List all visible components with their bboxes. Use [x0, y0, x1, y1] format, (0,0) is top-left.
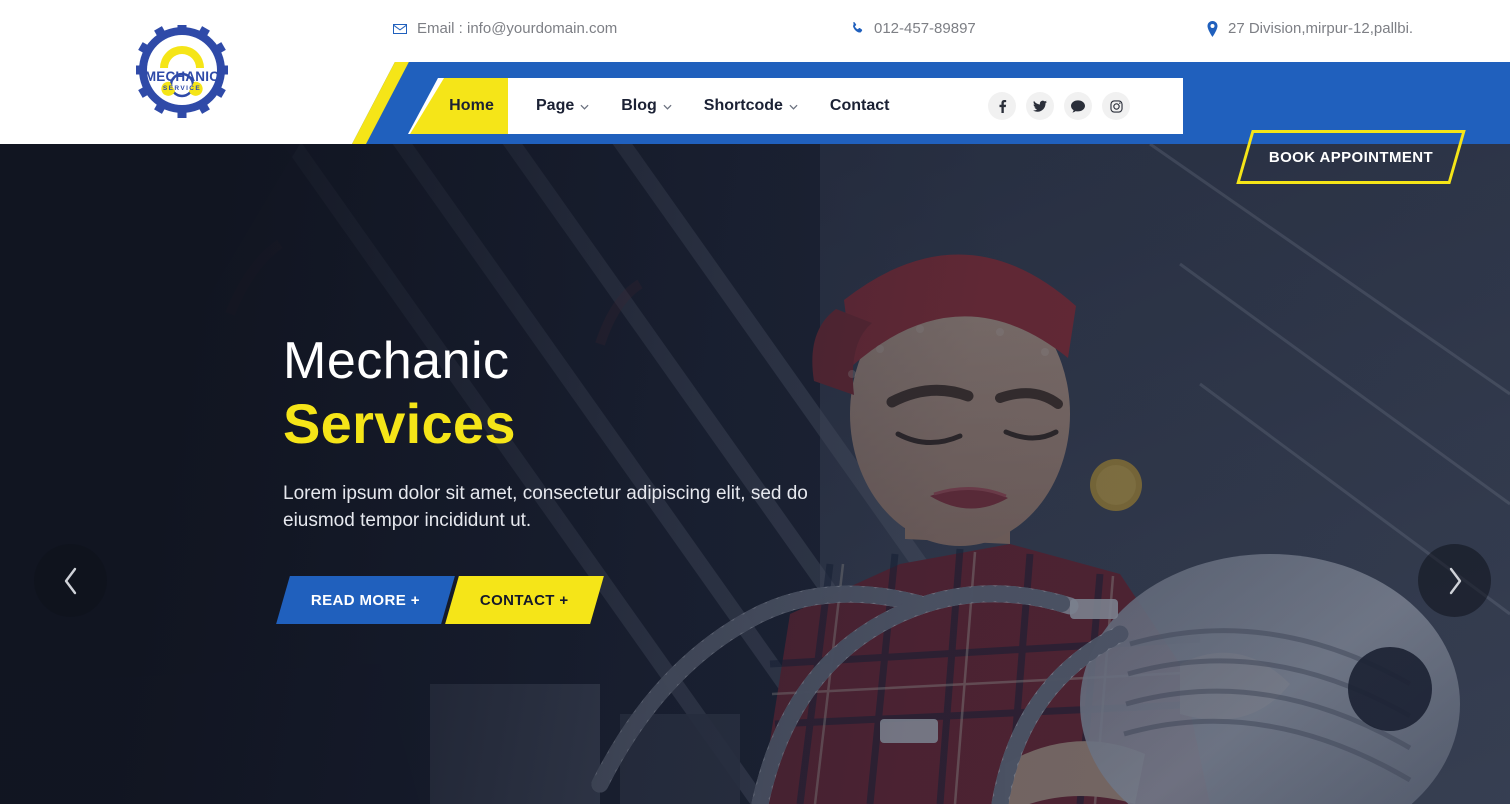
chevron-left-icon: [64, 567, 76, 594]
book-appointment-button[interactable]: BOOK APPOINTMENT: [1236, 130, 1466, 184]
logo-secondary-text: SERVICE: [162, 85, 202, 92]
read-more-label: READ MORE +: [311, 591, 420, 608]
hero-paragraph: Lorem ipsum dolor sit amet, consectetur …: [283, 483, 808, 531]
contact-button[interactable]: CONTACT +: [445, 575, 604, 624]
comment-icon[interactable]: [1064, 92, 1092, 120]
hero-content: Mechanic Services Lorem ipsum dolor sit …: [276, 332, 983, 624]
contact-label: CONTACT +: [480, 591, 569, 608]
topbar-address[interactable]: 27 Division,mirpur-12,pallbi.: [1206, 20, 1413, 37]
read-more-button[interactable]: READ MORE +: [276, 575, 455, 624]
social-links: [988, 92, 1130, 120]
nav-item-label-home: Home: [449, 97, 494, 114]
chevron-down-icon: [580, 97, 589, 115]
facebook-icon[interactable]: [988, 92, 1016, 120]
envelope-icon: [392, 21, 408, 37]
carousel-prev-button[interactable]: [34, 544, 107, 617]
topbar-email[interactable]: Email : info@yourdomain.com: [392, 20, 617, 37]
topbar-address-text: 27 Division,mirpur-12,pallbi.: [1228, 20, 1414, 37]
instagram-icon[interactable]: [1102, 92, 1130, 120]
nav-item-label-page: Page: [536, 97, 575, 114]
hero-buttons: READ MORE + CONTACT +: [276, 575, 983, 624]
logo-primary-text: MECHANIC: [144, 69, 220, 84]
map-marker-icon: [1206, 20, 1219, 37]
carousel-next-button[interactable]: [1418, 544, 1491, 617]
nav-item-label-shortcode: Shortcode: [703, 97, 783, 114]
hero-title-line2: Services: [283, 391, 516, 455]
topbar-email-text: Email : info@yourdomain.com: [417, 20, 618, 37]
phone-icon: [850, 21, 865, 36]
nav-item-label-blog: Blog: [621, 97, 657, 114]
twitter-icon[interactable]: [1026, 92, 1054, 120]
topbar-phone-text: 012-457-89897: [874, 20, 976, 37]
nav-item-shortcode[interactable]: Shortcode: [688, 78, 814, 134]
hero-slider: Mechanic Services Lorem ipsum dolor sit …: [0, 144, 1510, 804]
topbar-phone[interactable]: 012-457-89897: [850, 20, 976, 37]
nav-item-contact[interactable]: Contact: [814, 78, 906, 134]
chevron-right-icon: [1449, 567, 1461, 594]
nav-item-page[interactable]: Page: [520, 78, 605, 134]
book-appointment-label: BOOK APPOINTMENT: [1268, 148, 1434, 166]
chevron-down-icon: [789, 97, 798, 115]
nav-item-label-contact: Contact: [829, 97, 890, 114]
hero-title-line1: Mechanic: [283, 332, 510, 390]
site-logo[interactable]: MECHANIC SERVICE: [134, 22, 230, 120]
nav-item-blog[interactable]: Blog: [605, 78, 688, 134]
chevron-down-icon: [663, 97, 672, 115]
nav-links: Page Blog Shortcode Contact: [520, 78, 905, 134]
